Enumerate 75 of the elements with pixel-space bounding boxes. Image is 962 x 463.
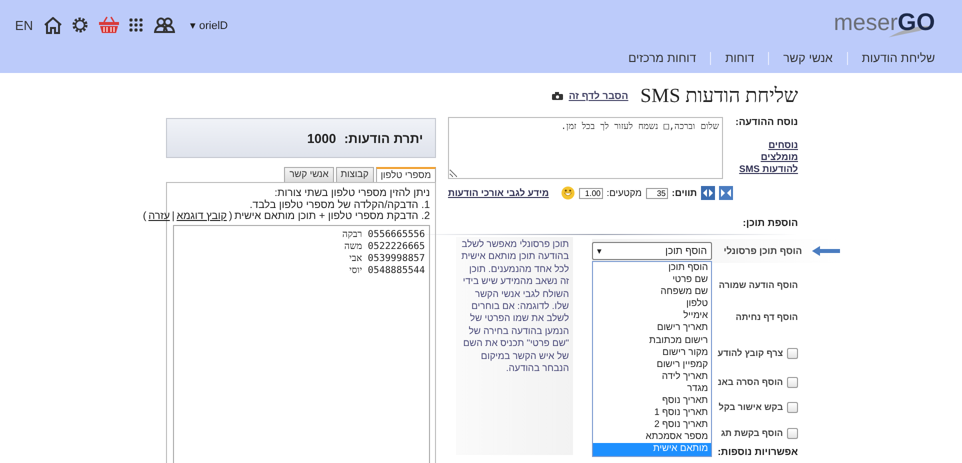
dropdown-option[interactable]: תאריך נוסף 2 [593,419,711,432]
tab[interactable]: מספרי טלפון [376,167,436,182]
page-title: שליחת הודעות SMS [640,84,798,108]
message-length-link[interactable]: מידע לגבי אורכי הודעות [448,188,549,198]
segments-field[interactable]: 1.00 [578,188,603,198]
logo[interactable]: meserGO [834,9,935,37]
phone-entry: 0522226665 משה [343,240,425,252]
basket-icon[interactable] [98,16,120,34]
dropdown-option[interactable]: רישום מכתובת [593,334,711,347]
tab[interactable]: קבוצות [336,167,374,182]
separator: | [172,211,175,222]
checkbox[interactable] [787,428,798,438]
help-text: תוכן פרסונלי מאפשר לשלב בהודעה תוכן מותאם אישית לכל אחד מהנמענים. תוכן זה נשאב מהמידע שיש בידי השולח לגבי אנשי הקשר שלו. לדוגמה: אם בוחרים לשלב את שמו הפרטי של הנמען בהודעה בחירה של "שם פרטי" תכניס את השם של איש הקשר במיקום הנבחר בהודעה. [456,237,573,455]
instruction-text: 2. הדבקת מספרי טלפון + תוכן מותאם אישית [234,211,430,222]
dropdown-option[interactable]: שם משפחה [593,286,711,298]
instruction-text: 1. הדבקה/הקלדה של מספרי טלפון בלבד. [248,200,430,210]
dropdown-option[interactable]: מספר אסמכתא [593,431,711,444]
phone-entry: 0548885544 יוסי [348,264,425,276]
personal-content-label: הוסף תוכן פרסונלי [722,246,802,256]
help-link[interactable]: הסבר לדף זה [568,90,628,102]
camera-icon [552,92,563,100]
dropdown-option[interactable]: תאריך לידה [593,370,711,383]
balance-label: יתרת הודעות: [344,130,423,146]
ltr-direction-icon[interactable] [701,186,715,200]
balance-value: 1000 [307,130,336,146]
phone-entry: 0539998857 אבי [348,252,425,264]
people-icon[interactable] [154,17,176,33]
templates-link[interactable]: נוסחים מומלצים להודעות SMS [734,140,798,176]
smiley-icon[interactable] [560,186,575,200]
dropdown-option[interactable]: מקור רישום [593,346,711,359]
nav-link[interactable]: דוחות מרכזים [614,52,710,64]
parenthesis: ( [228,211,232,222]
dropdown-option[interactable]: תאריך נוסף 1 [593,407,711,420]
option-label: הוסף דף נחיתה [736,312,798,322]
nav-link[interactable]: שליחת הודעות [846,52,935,64]
option-label: בקש אישור בקל [718,402,783,412]
content-dropdown[interactable]: הוסף תוכן ▾ [592,242,712,260]
segments-label: מקטעים: [606,188,642,198]
section-heading: אפשרויות נוספות: [718,446,798,459]
dropdown-option[interactable]: קמפיין רישום [593,358,711,371]
parenthesis: ) [142,211,146,222]
left-arrow-icon [812,246,840,256]
checkbox[interactable] [787,376,798,388]
message-label: נוסח ההודעה: [734,117,798,128]
section-heading: הוספת תוכן: [742,218,798,231]
dropdown-option[interactable]: שם פרטי [593,274,711,286]
settings-icon[interactable] [71,16,90,34]
help-link[interactable]: עזרה [148,211,170,222]
dropdown-option[interactable]: טלפון [593,298,711,310]
nav-link[interactable]: אנשי קשר [768,52,847,64]
grid-icon[interactable] [129,18,144,32]
checkbox[interactable] [787,402,798,412]
user-menu[interactable]: ▾ orielD [190,18,228,32]
dropdown-option[interactable]: תאריך נוסף [593,395,711,408]
home-icon[interactable] [44,16,62,34]
tab[interactable]: אנשי קשר [284,167,334,182]
dropdown-option[interactable]: מגדר [593,382,711,396]
language-link[interactable]: EN [15,18,34,32]
phone-entry: 0556665556 רבקה [341,228,425,240]
dropdown-option[interactable]: הוסף תוכן [593,262,711,274]
phone-numbers-field[interactable]: 0556665556 רבקה 0522226665 משה 0539998857 אבי 0548885544 יוסי [173,224,430,463]
instruction-text: ניתן להזין מספרי טלפון בשתי צורות: [273,188,430,200]
option-label: הוסף הודעה שמורה [718,280,798,290]
option-label: הוסף הסרה באנ [718,377,783,387]
option-label: הוסף בקשת תג [720,428,783,438]
sample-file-link[interactable]: קובץ דוגמא [176,211,227,222]
nav-link[interactable]: דוחות [710,52,768,64]
characters-field[interactable]: 35 [646,188,668,198]
message-field[interactable]: שלום וברכה,□ נשמח לעזור לך בכל זמן. [448,117,723,179]
rtl-direction-icon[interactable] [719,186,733,200]
checkbox[interactable] [787,348,798,358]
dropdown-option[interactable]: תאריך רישום [593,322,711,335]
characters-label: תווים: [672,188,697,198]
dropdown-option[interactable]: אימייל [593,310,711,322]
option-label: צרף קובץ להודע [718,348,783,358]
